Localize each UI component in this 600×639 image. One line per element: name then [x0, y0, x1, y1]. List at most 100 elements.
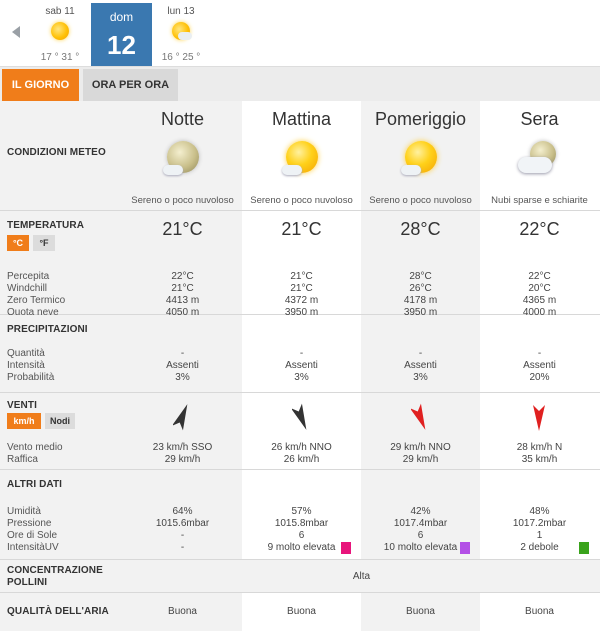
other-data-row: ALTRI DATI Umidità Pressione Ore di Sole…	[0, 470, 600, 560]
day-saturday[interactable]: sab 11 17 ° 31 °	[30, 0, 90, 66]
sun-hours-value: 6	[417, 530, 424, 541]
quantity-value: -	[537, 348, 542, 359]
day-selector: sab 11 17 ° 31 ° dom 12 lun 13 16 ° 25 °	[0, 0, 600, 66]
kmh-toggle[interactable]: km/h	[7, 413, 41, 429]
period-notte: Notte Sereno o poco nuvoloso	[123, 101, 242, 210]
wind-direction-arrow-icon	[292, 403, 307, 430]
day-temps: 17 ° 31 °	[40, 52, 80, 63]
probability-value: 3%	[175, 372, 190, 383]
day-name: dom	[109, 10, 134, 24]
pollen-row: CONCENTRAZIONE POLLINI Alta	[0, 560, 600, 593]
pollen-heading-line1: CONCENTRAZIONE	[7, 565, 103, 576]
wind-mattina: 26 km/h NNO 26 km/h	[242, 393, 361, 469]
day-number: 12	[107, 30, 136, 60]
period-sera: Sera Nubi sparse e schiarite	[480, 101, 599, 210]
conditions-heading: CONDIZIONI METEO	[7, 147, 106, 158]
period-mattina: Mattina Sereno o poco nuvoloso	[242, 101, 361, 210]
day-temps: 16 ° 25 °	[161, 52, 201, 63]
row-label: CONCENTRAZIONE POLLINI	[0, 560, 123, 592]
temperature-value: 28°C	[400, 219, 441, 239]
temperature-notte: 21°C 22°C 21°C 4413 m 4050 m	[123, 211, 242, 318]
uv-level-swatch	[579, 542, 589, 554]
windchill-value: 21°C	[290, 283, 313, 294]
zero-termico-value: 4365 m	[522, 295, 557, 306]
condition-text: Sereno o poco nuvoloso	[369, 195, 472, 206]
perceived-value: 22°C	[528, 271, 551, 282]
quantity-value: -	[299, 348, 304, 359]
sun-hours-value: 1	[536, 530, 543, 541]
row-label: CONDIZIONI METEO	[0, 101, 123, 210]
windchill-value: 21°C	[171, 283, 194, 294]
air-quality-row: QUALITÀ DELL'ARIA Buona Buona Buona Buon…	[0, 593, 600, 631]
pollen-value-cell: Alta	[123, 560, 600, 592]
other-data-heading: ALTRI DATI	[7, 479, 63, 490]
row-label: TEMPERATURA °C °F Percepita Windchill Ze…	[0, 211, 123, 318]
sun-hours-value: 6	[298, 530, 305, 541]
temperature-sera: 22°C 22°C 20°C 4365 m 4000 m	[480, 211, 599, 318]
air-pomeriggio: Buona	[361, 593, 480, 631]
humidity-value: 48%	[529, 506, 550, 517]
cloud-icon	[178, 32, 192, 40]
tab-il-giorno[interactable]: IL GIORNO	[2, 69, 79, 101]
windchill-value: 20°C	[528, 283, 551, 294]
period-name: Notte	[160, 109, 205, 129]
quantity-label: Quantità	[7, 348, 45, 359]
uv-label: IntensitàUV	[7, 542, 59, 553]
condition-text: Sereno o poco nuvoloso	[131, 195, 234, 206]
intensity-value: Assenti	[404, 360, 437, 371]
avg-wind-value: 29 km/h NNO	[390, 442, 451, 453]
uv-value: -	[180, 542, 185, 553]
pressure-value: 1017.2mbar	[512, 518, 567, 529]
pollen-heading-line2: POLLINI	[7, 577, 48, 588]
air-quality-value: Buona	[406, 606, 435, 617]
wind-direction-arrow-icon	[411, 403, 426, 430]
quantity-value: -	[180, 348, 185, 359]
air-quality-heading: QUALITÀ DELL'ARIA	[7, 606, 109, 617]
wind-direction-arrow-icon	[173, 404, 188, 431]
period-name: Pomeriggio	[374, 109, 467, 129]
probability-value: 3%	[413, 372, 428, 383]
air-sera: Buona	[480, 593, 599, 631]
knots-toggle[interactable]: Nodi	[45, 413, 75, 429]
avg-wind-value: 28 km/h N	[516, 442, 563, 453]
previous-day-arrow-icon[interactable]	[12, 26, 20, 38]
humidity-label: Umidità	[7, 506, 41, 517]
gust-label: Raffica	[7, 454, 38, 465]
sun-cloud-icon	[401, 141, 439, 177]
temperature-mattina: 21°C 21°C 21°C 4372 m 3950 m	[242, 211, 361, 318]
pressure-value: 1017.4mbar	[393, 518, 448, 529]
avg-wind-label: Vento medio	[7, 442, 63, 453]
moon-cloud-icon	[163, 141, 201, 177]
probability-value: 3%	[294, 372, 309, 383]
conditions-row: CONDIZIONI METEO Notte Sereno o poco nuv…	[0, 101, 600, 211]
wind-notte: 23 km/h SSO 29 km/h	[123, 393, 242, 469]
day-sunday-selected[interactable]: dom 12	[91, 3, 152, 66]
period-name: Mattina	[271, 109, 332, 129]
tab-ora-per-ora[interactable]: ORA PER ORA	[83, 69, 178, 101]
gust-value: 29 km/h	[164, 454, 201, 465]
day-monday[interactable]: lun 13 16 ° 25 °	[151, 0, 211, 66]
day-name: sab 11	[45, 6, 75, 17]
pressure-label: Pressione	[7, 518, 52, 529]
zero-termico-value: 4178 m	[403, 295, 438, 306]
partly-cloudy-icon	[518, 141, 558, 177]
intensity-value: Assenti	[285, 360, 318, 371]
sun-hours-value: -	[180, 530, 185, 541]
celsius-toggle[interactable]: °C	[7, 235, 29, 251]
perceived-value: 21°C	[290, 271, 313, 282]
probability-label: Probabilità	[7, 372, 55, 383]
sun-cloud-icon	[282, 141, 320, 177]
intensity-value: Assenti	[523, 360, 556, 371]
perceived-value: 22°C	[171, 271, 194, 282]
period-pomeriggio: Pomeriggio Sereno o poco nuvoloso	[361, 101, 480, 210]
gust-value: 29 km/h	[402, 454, 439, 465]
fahrenheit-toggle[interactable]: °F	[33, 235, 55, 251]
row-label: VENTI km/h Nodi Vento medio Raffica	[0, 393, 123, 469]
precipitation-mattina: - Assenti 3%	[242, 315, 361, 392]
pollen-value: Alta	[352, 571, 371, 582]
perceived-value: 28°C	[409, 271, 432, 282]
intensity-label: Intensità	[7, 360, 45, 371]
temperature-value: 21°C	[281, 219, 322, 239]
precipitation-sera: - Assenti 20%	[480, 315, 599, 392]
zero-termico-value: 4372 m	[284, 295, 319, 306]
